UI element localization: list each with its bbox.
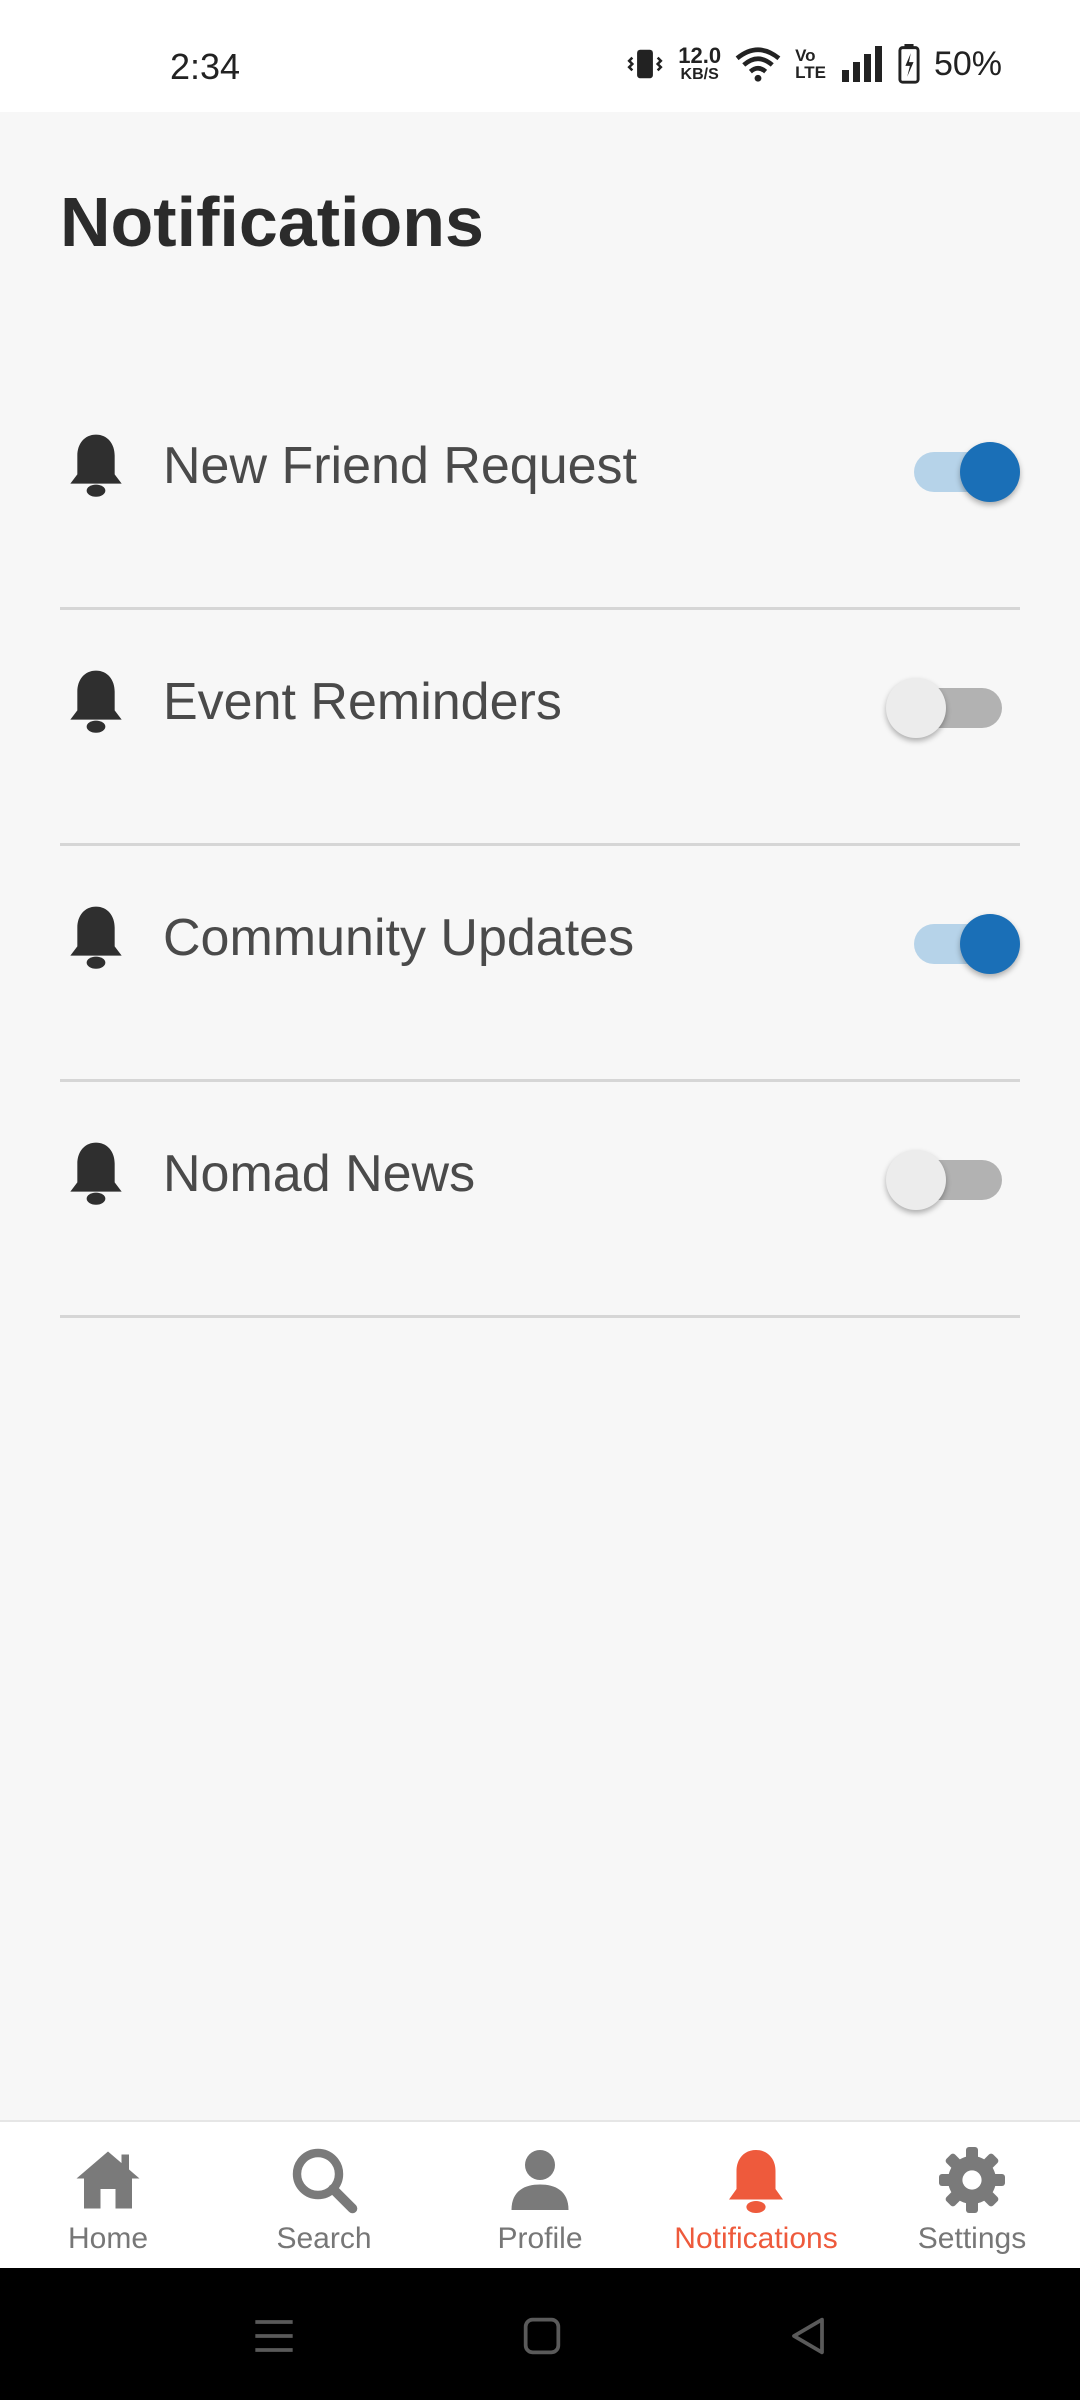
event-reminders-toggle[interactable] [886, 674, 1010, 738]
nav-label: Home [67, 2222, 149, 2255]
person-icon [511, 2150, 569, 2210]
vibrate-icon [627, 49, 663, 79]
toggle-thumb [960, 442, 1020, 502]
nav-label: Settings [917, 2222, 1027, 2255]
volte-bottom: LTE [795, 63, 826, 82]
bottom-nav: Home Search Profile Notifications Settin… [0, 2120, 1080, 2268]
net-speed-unit: KB/S [680, 66, 719, 83]
nav-item-notifications[interactable]: Notifications [648, 2122, 864, 2268]
net-speed-value: 12.0 [678, 43, 722, 68]
battery-percent: 50% [933, 44, 1002, 83]
volte-top: Vo [795, 46, 816, 65]
battery-icon [898, 44, 920, 84]
back-triangle-icon[interactable] [780, 2308, 836, 2364]
status-icons: 12.0 KB/S Vo LTE 50% [626, 44, 1002, 84]
bell-icon [70, 906, 122, 969]
bell-icon [70, 1142, 122, 1205]
search-icon [292, 2148, 358, 2214]
home-icon [76, 2151, 140, 2209]
page-title: Notifications [60, 183, 484, 261]
bell-icon [70, 670, 122, 733]
new-friend-request-toggle[interactable] [914, 438, 1020, 502]
wifi-icon [735, 47, 781, 82]
notification-settings-list: New Friend Request Event Reminders Commu… [60, 374, 1020, 1318]
nav-label: Notifications [674, 2222, 838, 2255]
bell-icon [70, 434, 122, 497]
home-square-icon[interactable] [514, 2308, 570, 2364]
setting-label: New Friend Request [163, 437, 637, 495]
notifications-screen: Notifications New Friend Request Event R… [0, 112, 1080, 2120]
net-speed: 12.0 KB/S [678, 45, 721, 83]
setting-label: Community Updates [163, 909, 635, 967]
setting-row-nomad-news: Nomad News [60, 1082, 1020, 1318]
nav-item-profile[interactable]: Profile [432, 2122, 648, 2268]
volte-indicator: Vo LTE [795, 47, 826, 81]
setting-row-event-reminders: Event Reminders [60, 610, 1020, 846]
setting-row-community-updates: Community Updates [60, 846, 1020, 1082]
nomad-news-toggle[interactable] [886, 1146, 1010, 1210]
signal-icon [841, 46, 882, 82]
toggle-thumb [960, 914, 1020, 974]
nav-label: Profile [497, 2222, 583, 2255]
setting-label: Nomad News [163, 1145, 476, 1203]
nav-item-settings[interactable]: Settings [864, 2122, 1080, 2268]
setting-label: Event Reminders [163, 673, 562, 731]
nav-item-search[interactable]: Search [216, 2122, 432, 2268]
community-updates-toggle[interactable] [914, 910, 1020, 974]
bell-icon [729, 2150, 783, 2213]
toggle-thumb [886, 1150, 946, 1210]
toggle-thumb [886, 678, 946, 738]
status-bar: 2:34 12.0 KB/S Vo LTE 50% [0, 0, 1080, 112]
nav-item-home[interactable]: Home [0, 2122, 216, 2268]
system-nav-bar [0, 2268, 1080, 2400]
setting-row-new-friend-request: New Friend Request [60, 374, 1020, 610]
gear-icon [939, 2147, 1005, 2213]
nav-label: Search [276, 2222, 372, 2255]
recents-menu-icon[interactable] [246, 2308, 302, 2364]
status-time: 2:34 [170, 46, 241, 87]
